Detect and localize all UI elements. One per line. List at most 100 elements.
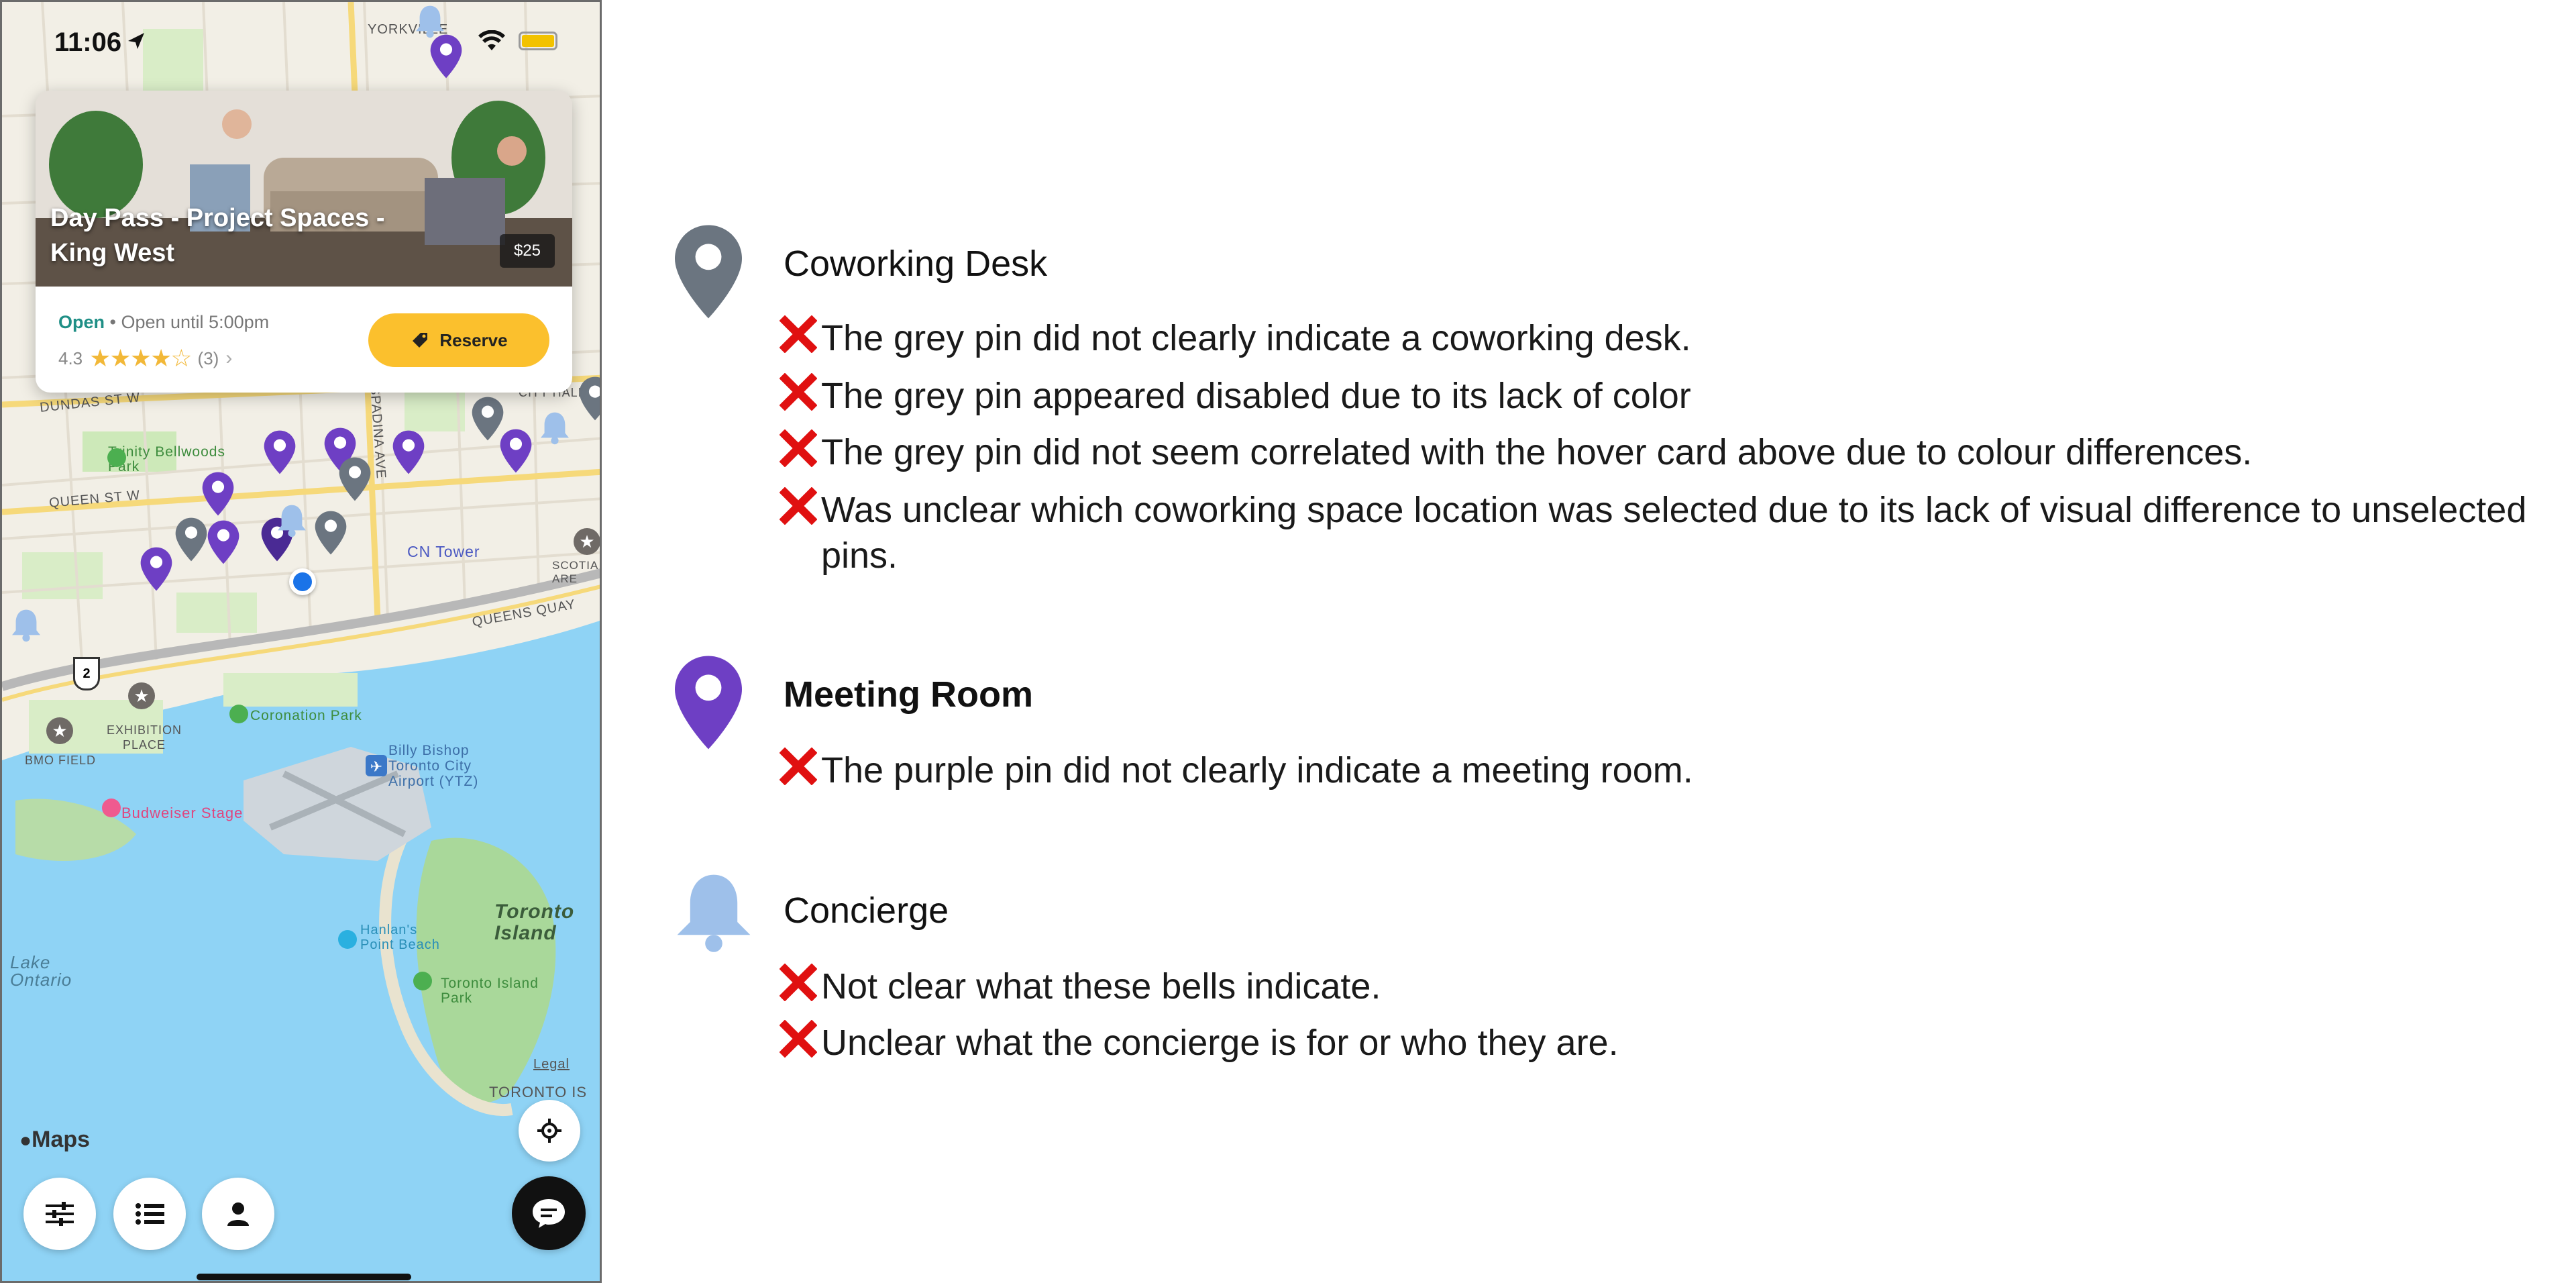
park-icon[interactable] [229,704,249,724]
section-concierge: Concierge Not clear what these bells ind… [671,866,2549,1080]
x-mark-icon [779,747,821,788]
star-poi-icon[interactable]: ★ [45,716,74,746]
svg-text:★: ★ [52,721,67,741]
bell-icon [677,874,751,952]
issue-text: The grey pin did not seem correlated wit… [821,432,2253,472]
open-label: Open [58,312,105,332]
list-view-button[interactable] [113,1178,186,1250]
phone-screenshot: YORKVILLE DUNDAS ST W QUEEN ST W SPADINA… [0,0,602,1283]
issue-item: The purple pin did not clearly indicate … [779,747,2537,793]
space-hover-card[interactable]: Day Pass - Project Spaces - King West $2… [36,91,572,393]
issue-text: The grey pin did not clearly indicate a … [821,318,1691,358]
meeting-room-pin-icon[interactable] [139,546,174,593]
map-label-billy-bishop: Billy Bishop Toronto City Airport (YTZ) [388,743,479,789]
concierge-bell-icon[interactable] [7,606,45,644]
meeting-room-pin-icon[interactable] [391,429,426,476]
section-title: Coworking Desk [784,244,1048,284]
status-time: 11:06 [54,28,122,57]
map-label-exhibition: EXHIBITION PLACE [106,723,182,752]
status-bar: 11:06 [2,22,600,62]
apple-maps-attribution: ●Maps [19,1127,90,1153]
section-title: Concierge [784,890,949,931]
profile-button[interactable] [202,1178,274,1250]
home-indicator [197,1274,411,1280]
map-label-hanlans: Hanlan's Point Beach [360,923,440,952]
map-label-toronto-is: TORONTO IS [489,1084,588,1100]
issue-text: Unclear what the concierge is for or who… [821,1023,1619,1063]
rating-row[interactable]: 4.3 ★★★★☆ (3) › [58,344,232,372]
crosshair-icon [537,1119,561,1143]
issue-item: The grey pin appeared disabled due to it… [779,372,2537,419]
svg-text:✈: ✈ [370,759,382,776]
beach-icon[interactable] [337,929,358,950]
user-icon [227,1202,249,1226]
recenter-button[interactable] [519,1100,580,1162]
map-label-lake-ontario: Lake Ontario [10,952,72,990]
highway-shield: 2 [73,657,100,690]
x-mark-icon [779,963,821,1004]
concierge-bell-icon[interactable] [273,501,311,539]
x-mark-icon [779,486,821,527]
section-coworking-desk: Coworking Desk The grey pin did not clea… [671,215,2549,591]
map-legal-link[interactable]: Legal [533,1057,570,1072]
svg-text:★: ★ [579,532,594,552]
map-label-toronto-island-park: Toronto Island Park [441,976,539,1006]
coworking-desk-pin-icon[interactable] [470,395,505,442]
meeting-room-pin-icon[interactable] [262,429,297,476]
coworking-desk-pin-icon[interactable] [174,516,209,563]
issue-text: Not clear what these bells indicate. [821,966,1381,1007]
concierge-bell-icon[interactable] [536,409,574,446]
music-venue-icon[interactable] [101,798,121,818]
park-icon[interactable] [107,448,127,468]
coworking-desk-pin-icon[interactable] [313,509,348,556]
meeting-room-pin-icon[interactable] [201,470,235,517]
svg-text:★: ★ [133,686,149,707]
star-rating-icon: ★★★★☆ [89,344,192,372]
issue-item: Was unclear which coworking space locati… [779,486,2537,578]
open-status: Open • Open until 5:00pm [58,312,269,333]
issue-item: Unclear what the concierge is for or who… [779,1019,2537,1066]
issue-text: Was unclear which coworking space locati… [821,490,2527,576]
user-location-dot [289,568,316,595]
section-meeting-room: Meeting Room The purple pin did not clea… [671,652,2549,800]
issue-item: The grey pin did not clearly indicate a … [779,315,2537,361]
map-label-toronto-island: Toronto Island [494,901,575,944]
map-label-cn-tower: CN Tower [407,543,480,560]
x-mark-icon [779,429,821,470]
airport-icon[interactable]: ✈ [364,754,388,778]
map-label-budweiser-stage: Budweiser Stage [121,805,244,821]
reserve-label: Reserve [439,329,508,350]
location-arrow-icon [128,33,144,49]
chat-bubble-icon [533,1199,565,1228]
battery-icon [519,32,557,50]
rating-value: 4.3 [58,348,83,368]
wifi-icon [478,30,505,50]
coworking-desk-pin-icon[interactable] [578,375,602,422]
meeting-room-pin-icon[interactable] [206,519,241,566]
space-title: Day Pass - Project Spaces - King West [50,204,385,267]
map-label-coronation-park: Coronation Park [250,708,362,723]
star-poi-icon[interactable]: ★ [572,527,602,556]
filter-button[interactable] [23,1178,96,1250]
x-mark-icon [779,315,821,356]
park-icon[interactable] [413,971,433,991]
chat-button[interactable] [512,1176,586,1250]
hours-label: • Open until 5:00pm [105,312,270,332]
review-count: (3) [197,348,219,368]
map-label-scotia: SCOTIA ARE [552,559,598,585]
x-mark-icon [779,1019,821,1060]
reserve-button[interactable]: Reserve [368,313,549,367]
maps-attribution-label: Maps [32,1127,91,1152]
issue-item: The grey pin did not seem correlated wit… [779,429,2537,475]
list-icon [136,1203,164,1225]
purple-pin-icon [675,656,742,750]
chevron-right-icon: › [225,347,233,369]
coworking-desk-pin-icon[interactable] [337,456,372,503]
apple-logo-icon: ● [19,1129,32,1151]
issue-text: The grey pin appeared disabled due to it… [821,376,1691,416]
section-title: Meeting Room [784,674,1033,715]
star-poi-icon[interactable]: ★ [127,681,156,711]
reserve-tag-icon [413,333,428,348]
x-mark-icon [779,372,821,413]
price-badge: $25 [500,234,555,268]
